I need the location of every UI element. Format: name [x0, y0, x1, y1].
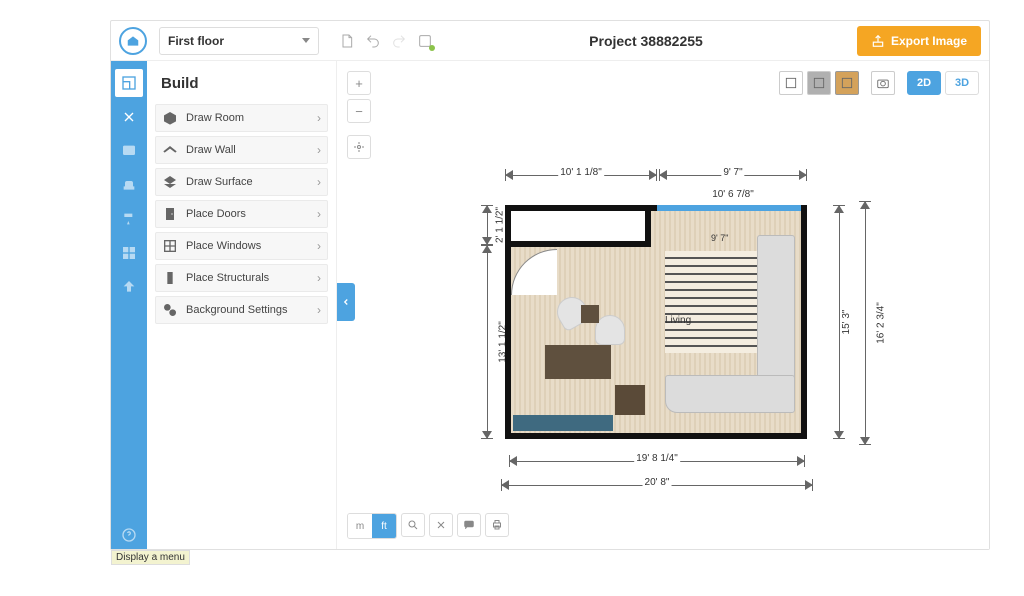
armchair-1[interactable]: [595, 315, 625, 345]
snapshot-1-button[interactable]: [779, 71, 803, 95]
floor-selector-label: First floor: [168, 34, 224, 48]
unit-toggle: m ft: [347, 513, 397, 539]
tool-place-doors[interactable]: Place Doors›: [155, 200, 328, 228]
project-title: Project 38882255: [441, 33, 851, 49]
dim-top-left: 10' 1 1/8": [558, 167, 604, 178]
save-status-icon[interactable]: [415, 31, 435, 51]
camera-icon[interactable]: [871, 71, 895, 95]
floor-selector[interactable]: First floor: [159, 27, 319, 55]
zoom-in-button[interactable]: +: [347, 71, 371, 95]
panel-title: Build: [155, 71, 328, 100]
tools-toggle-icon[interactable]: [429, 513, 453, 537]
dim-window-1: 10' 6 7/8": [659, 189, 807, 200]
dim-bottom-b: 20' 8": [643, 477, 672, 488]
dim-left-top: 2' 1 1/2": [495, 205, 506, 245]
dim-window-2: 9' 7": [711, 233, 728, 243]
unit-m-button[interactable]: m: [348, 514, 372, 538]
tool-draw-wall[interactable]: Draw Wall›: [155, 136, 328, 164]
redo-icon[interactable]: [389, 31, 409, 51]
chevron-right-icon: ›: [317, 271, 321, 285]
dim-bottom-a: 19' 8 1/4": [634, 453, 680, 464]
dim-right-b: 16' 2 3/4": [875, 300, 886, 346]
tool-background-settings[interactable]: Background Settings›: [155, 296, 328, 324]
chevron-right-icon: ›: [317, 303, 321, 317]
floor-plan: 10' 1 1/8" 9' 7" 10' 6 7/8" 2' 1 1/2" 13…: [397, 111, 917, 511]
view-toolbar: 2D 3D: [779, 71, 979, 95]
zoom-out-button[interactable]: −: [347, 99, 371, 123]
collapse-panel-button[interactable]: [337, 283, 355, 321]
rail-share-icon[interactable]: [115, 273, 143, 301]
center-view-button[interactable]: [347, 135, 371, 159]
tool-draw-room[interactable]: Draw Room›: [155, 104, 328, 132]
side-table[interactable]: [581, 305, 599, 323]
chevron-right-icon: ›: [317, 143, 321, 157]
dim-right-a: 15' 3": [841, 308, 852, 337]
window-1[interactable]: [657, 205, 801, 211]
undo-icon[interactable]: [363, 31, 383, 51]
search-icon[interactable]: [401, 513, 425, 537]
chevron-right-icon: ›: [317, 175, 321, 189]
cabinet[interactable]: [513, 415, 613, 431]
export-image-button[interactable]: Export Image: [857, 26, 981, 56]
snapshot-2-button[interactable]: [807, 71, 831, 95]
comments-icon[interactable]: [457, 513, 481, 537]
top-bar: First floor Project 38882255 Export Imag…: [111, 21, 989, 61]
tool-place-structurals[interactable]: Place Structurals›: [155, 264, 328, 292]
rail-help-icon[interactable]: [115, 521, 143, 549]
new-page-icon[interactable]: [337, 31, 357, 51]
rail-tools-icon[interactable]: [115, 103, 143, 131]
rail-materials-icon[interactable]: [115, 239, 143, 267]
tool-draw-surface[interactable]: Draw Surface›: [155, 168, 328, 196]
app-logo-icon[interactable]: [119, 27, 147, 55]
zoom-controls: + −: [347, 71, 371, 159]
room-label: Living: [665, 315, 691, 326]
chevron-right-icon: ›: [317, 239, 321, 253]
room-outline[interactable]: 9' 7" Living: [505, 205, 807, 439]
status-tooltip: Display a menu: [111, 550, 190, 565]
snapshot-3-button[interactable]: [835, 71, 859, 95]
view-3d-button[interactable]: 3D: [945, 71, 979, 95]
chevron-right-icon: ›: [317, 111, 321, 125]
export-image-label: Export Image: [891, 34, 967, 48]
canvas[interactable]: + − 2D 3D 10' 1 1/8" 9' 7" 10' 6 7: [337, 61, 989, 549]
print-icon[interactable]: [485, 513, 509, 537]
main-area: Build Draw Room› Draw Wall› Draw Surface…: [111, 61, 989, 549]
sofa-bottom[interactable]: [665, 375, 795, 413]
build-panel: Build Draw Room› Draw Wall› Draw Surface…: [147, 61, 337, 549]
chevron-down-icon: [302, 38, 310, 43]
tool-place-windows[interactable]: Place Windows›: [155, 232, 328, 260]
app-window: First floor Project 38882255 Export Imag…: [110, 20, 990, 550]
view-2d-button[interactable]: 2D: [907, 71, 941, 95]
rail-furnish-icon[interactable]: [115, 171, 143, 199]
chevron-right-icon: ›: [317, 207, 321, 221]
side-rail: [111, 61, 147, 549]
dim-top-right: 9' 7": [721, 167, 744, 178]
bottom-toolbar: m ft: [347, 513, 509, 539]
rug[interactable]: [665, 251, 761, 353]
coffee-table[interactable]: [545, 345, 611, 379]
ottoman[interactable]: [615, 385, 645, 415]
rail-paint-icon[interactable]: [115, 205, 143, 233]
unit-ft-button[interactable]: ft: [372, 514, 396, 538]
room-notch: [511, 211, 651, 247]
rail-floorplan-icon[interactable]: [115, 69, 143, 97]
rail-info-icon[interactable]: [115, 137, 143, 165]
